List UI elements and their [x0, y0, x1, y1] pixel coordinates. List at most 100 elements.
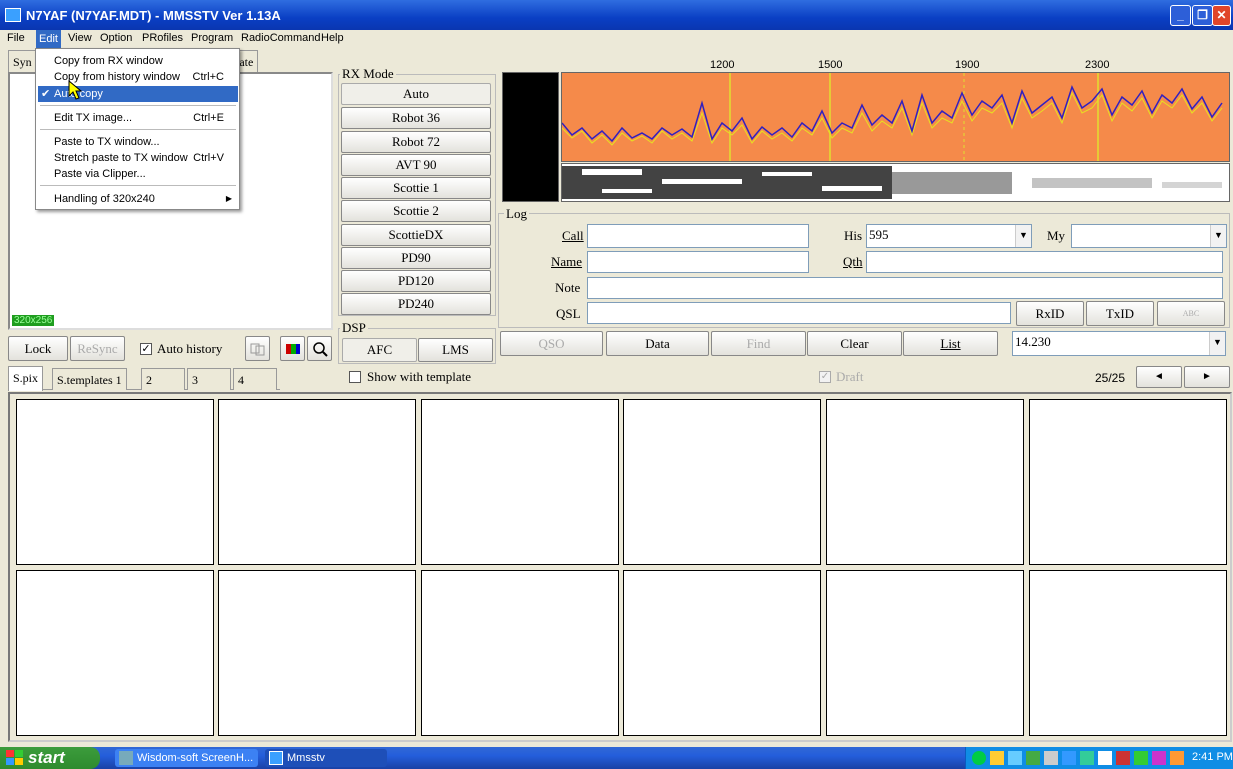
show-with-template-checkbox[interactable]: [349, 371, 361, 383]
thumbnail-slot[interactable]: [218, 399, 416, 565]
note-input[interactable]: [587, 277, 1223, 299]
tray-icon[interactable]: [1026, 751, 1040, 765]
menu-item-paste-to-tx[interactable]: Paste to TX window...: [38, 134, 238, 150]
menu-item-edit-tx-image[interactable]: Edit TX image... Ctrl+E: [38, 110, 238, 126]
tray-icon[interactable]: [1152, 751, 1166, 765]
tab-4[interactable]: 4: [233, 368, 277, 390]
prev-page-button[interactable]: ◄: [1136, 366, 1182, 388]
app-icon: [269, 751, 283, 765]
thumbnail-slot[interactable]: [218, 570, 416, 736]
mode-pd120-button[interactable]: PD120: [341, 270, 491, 292]
tray-icon[interactable]: [990, 751, 1004, 765]
mode-pd90-button[interactable]: PD90: [341, 247, 491, 269]
waterfall-display[interactable]: [561, 163, 1230, 202]
resync-button[interactable]: ReSync: [70, 336, 125, 361]
color-bars-icon[interactable]: [280, 336, 305, 361]
menu-view[interactable]: View: [65, 32, 95, 44]
menu-option[interactable]: Option: [97, 32, 135, 44]
my-select[interactable]: ▼: [1071, 224, 1227, 248]
tray-icon[interactable]: [1062, 751, 1076, 765]
his-select[interactable]: 595 ▼: [866, 224, 1032, 248]
thumbnail-slot[interactable]: [421, 399, 619, 565]
qso-button[interactable]: QSO: [500, 331, 603, 356]
lms-button[interactable]: LMS: [418, 338, 493, 362]
start-button[interactable]: start: [0, 747, 100, 769]
auto-history-checkbox[interactable]: ✓: [140, 343, 152, 355]
mode-scottie2-button[interactable]: Scottie 2: [341, 200, 491, 222]
mode-pd240-button[interactable]: PD240: [341, 293, 491, 315]
menu-item-label: Edit TX image...: [54, 112, 133, 124]
data-button[interactable]: Data: [606, 331, 709, 356]
menu-radiocommand[interactable]: RadioCommand: [238, 32, 323, 44]
thumbnail-slot[interactable]: [826, 399, 1024, 565]
task-mmsstv[interactable]: Mmsstv: [265, 749, 387, 767]
clock[interactable]: 2:41 PM: [1192, 751, 1233, 763]
menu-file[interactable]: File: [4, 32, 28, 44]
call-input[interactable]: [587, 224, 809, 248]
tray-icon[interactable]: [1098, 751, 1112, 765]
thumbnail-slot[interactable]: [1029, 570, 1227, 736]
qsl-input[interactable]: [587, 302, 1011, 324]
menu-item-label: Paste to TX window...: [54, 136, 160, 148]
maximize-button[interactable]: ❐: [1192, 5, 1213, 26]
tray-icon[interactable]: [1134, 751, 1148, 765]
lock-button[interactable]: Lock: [8, 336, 68, 361]
tab-sync[interactable]: Syn: [8, 50, 37, 72]
menu-program[interactable]: Program: [188, 32, 236, 44]
qth-label: Qth: [843, 254, 863, 269]
thumbnail-slot[interactable]: [623, 399, 821, 565]
thumbnail-slot[interactable]: [16, 570, 214, 736]
rxid-button[interactable]: RxID: [1016, 301, 1084, 326]
thumbnail-slot[interactable]: [16, 399, 214, 565]
mode-scottiedx-button[interactable]: ScottieDX: [341, 224, 491, 246]
tray-icon[interactable]: [1080, 751, 1094, 765]
next-page-button[interactable]: ►: [1184, 366, 1230, 388]
magnifier-icon[interactable]: [307, 336, 332, 361]
tab-2[interactable]: 2: [141, 368, 185, 390]
abc-icon[interactable]: ABC: [1157, 301, 1225, 326]
tray-icon[interactable]: [1116, 751, 1130, 765]
txid-button[interactable]: TxID: [1086, 301, 1154, 326]
thumbnail-slot[interactable]: [623, 570, 821, 736]
tray-icon[interactable]: [1044, 751, 1058, 765]
thumbnail-slot[interactable]: [1029, 399, 1227, 565]
list-button[interactable]: List: [903, 331, 998, 356]
mode-robot72-button[interactable]: Robot 72: [341, 131, 491, 153]
close-button[interactable]: ✕: [1212, 5, 1231, 26]
freq-label-1900: 1900: [955, 59, 980, 71]
draft-checkbox[interactable]: ✓: [819, 371, 831, 383]
tray-icon[interactable]: [1170, 751, 1184, 765]
mode-scottie1-button[interactable]: Scottie 1: [341, 177, 491, 199]
mode-auto-button[interactable]: Auto: [341, 83, 491, 105]
app-icon: [5, 8, 21, 22]
minimize-button[interactable]: _: [1170, 5, 1191, 26]
copy-icon[interactable]: [245, 336, 270, 361]
spectrum-display[interactable]: [561, 72, 1230, 162]
name-input[interactable]: [587, 251, 809, 273]
afc-button[interactable]: AFC: [342, 338, 417, 362]
menu-edit[interactable]: Edit: [36, 30, 61, 48]
tray-icon[interactable]: [1008, 751, 1022, 765]
chevron-down-icon: ▼: [1209, 332, 1225, 355]
menu-profiles[interactable]: PRofiles: [139, 32, 186, 44]
thumbnail-slot[interactable]: [421, 570, 619, 736]
start-label: start: [28, 748, 65, 767]
tray-icon[interactable]: [972, 751, 986, 765]
task-screenhunter[interactable]: Wisdom-soft ScreenH...: [115, 749, 258, 767]
menu-item-copy-from-rx[interactable]: Copy from RX window: [38, 53, 238, 69]
tab-s-templates-1[interactable]: S.templates 1: [52, 368, 127, 390]
menu-item-paste-via-clipper[interactable]: Paste via Clipper...: [38, 166, 238, 182]
mode-robot36-button[interactable]: Robot 36: [341, 107, 491, 129]
clear-button[interactable]: Clear: [807, 331, 902, 356]
menu-help[interactable]: Help: [318, 32, 347, 44]
find-button[interactable]: Find: [711, 331, 806, 356]
thumbnail-slot[interactable]: [826, 570, 1024, 736]
qth-input[interactable]: [866, 251, 1223, 273]
menu-item-handling-320x240[interactable]: Handling of 320x240 ▶: [38, 191, 238, 207]
mode-avt90-button[interactable]: AVT 90: [341, 154, 491, 176]
tab-s-pix[interactable]: S.pix: [8, 366, 44, 391]
tab-3[interactable]: 3: [187, 368, 231, 390]
frequency-select[interactable]: 14.230 ▼: [1012, 331, 1226, 356]
freq-label-2300: 2300: [1085, 59, 1110, 71]
menu-item-stretch-paste[interactable]: Stretch paste to TX window Ctrl+V: [38, 150, 238, 166]
